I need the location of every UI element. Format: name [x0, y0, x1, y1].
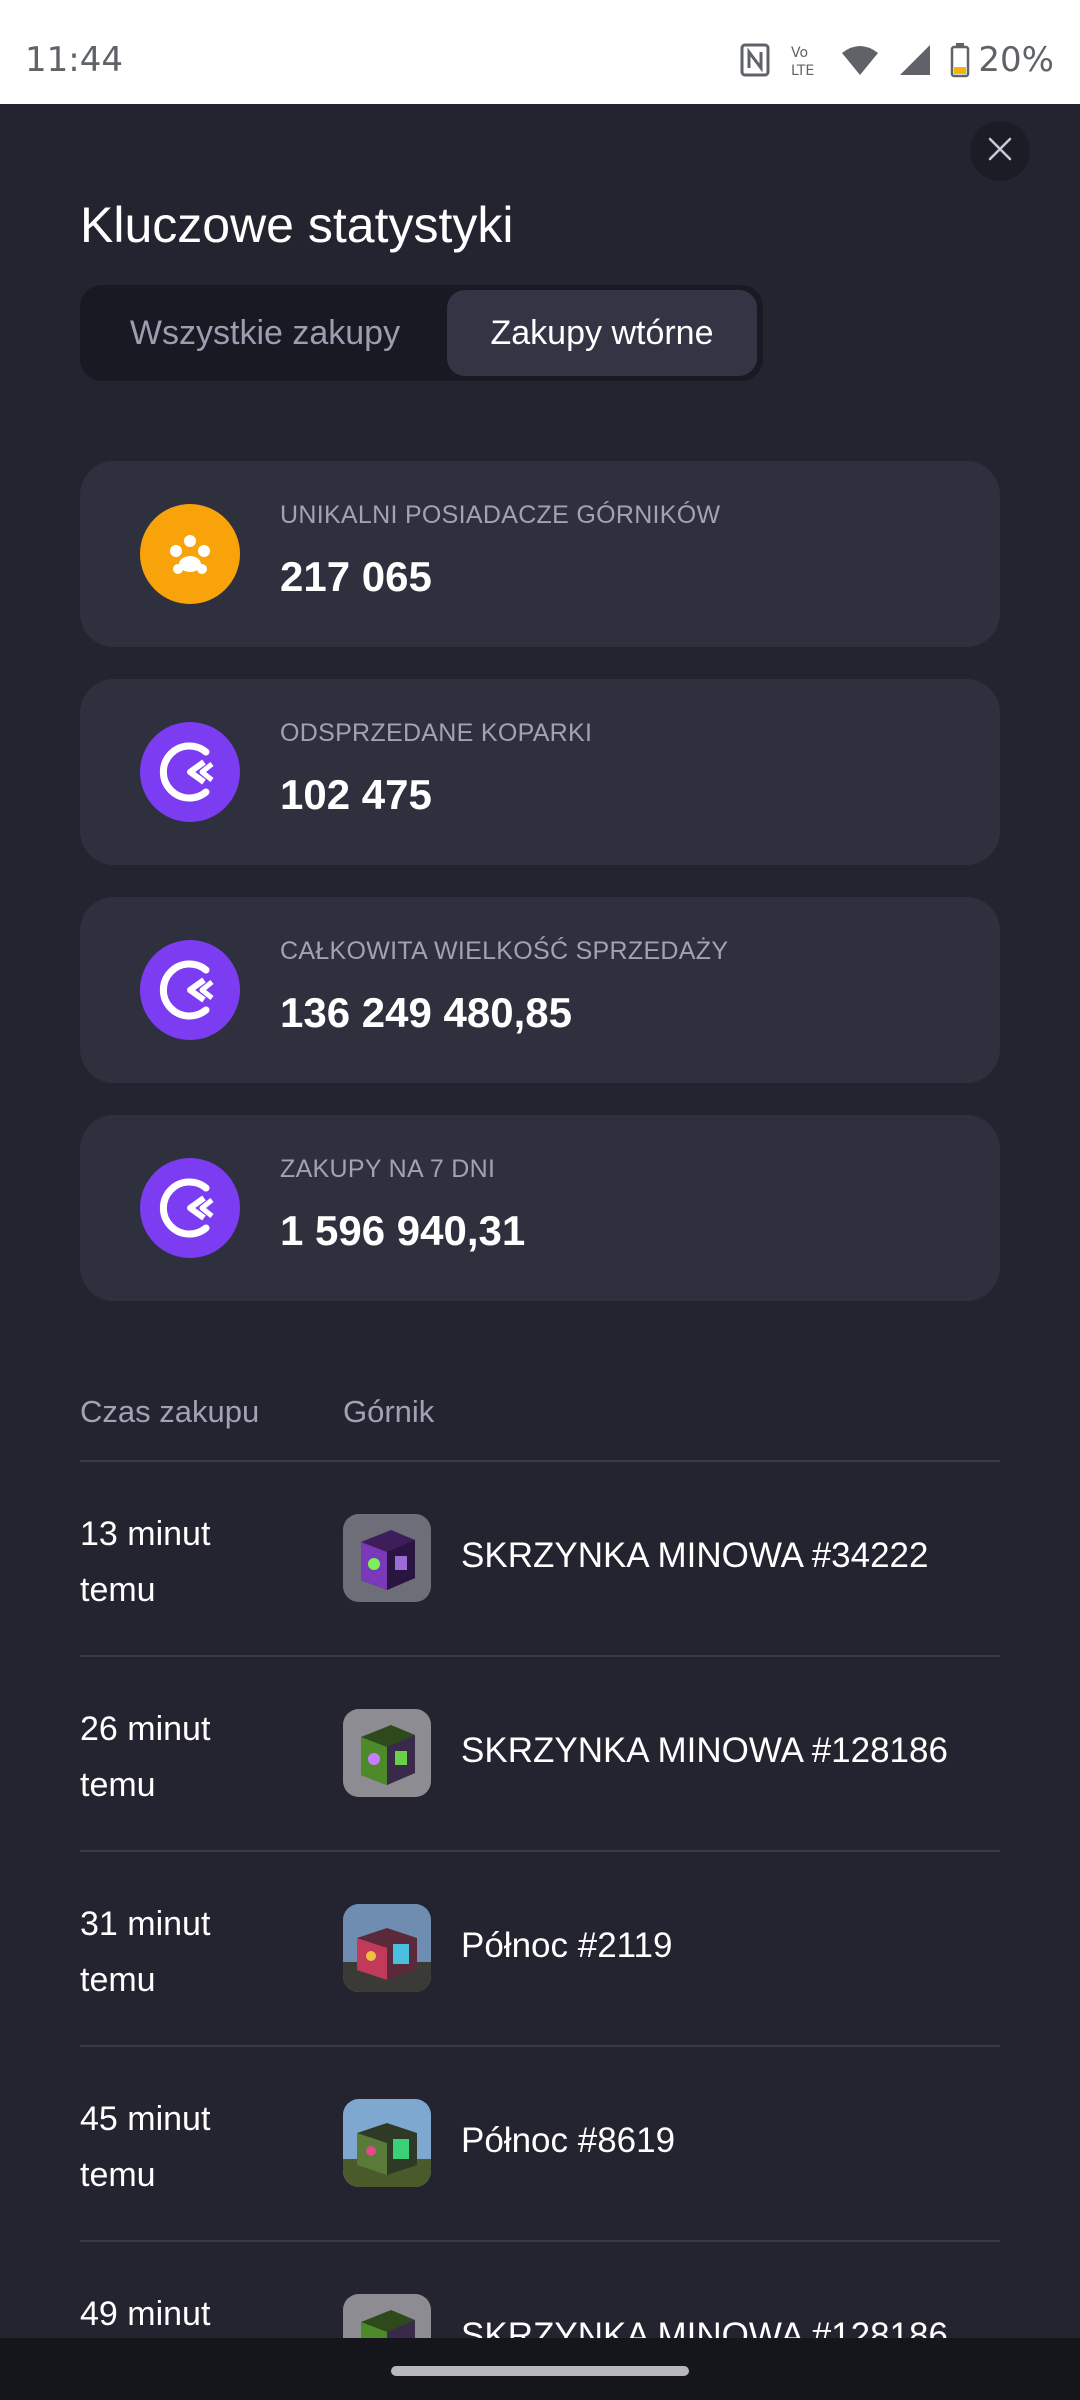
stat-value: 102 475 — [280, 771, 432, 818]
status-time: 11:44 — [25, 40, 123, 80]
navigation-bar — [0, 2338, 1080, 2400]
table-header: Czas zakupu Górnik — [80, 1394, 1000, 1462]
stat-value: 217 065 — [280, 553, 432, 600]
stat-value: 136 249 480,85 — [280, 989, 572, 1036]
stat-label: UNIKALNI POSIADACZE GÓRNIKÓW — [280, 501, 721, 529]
purchase-time: 45 minut temu — [80, 2100, 211, 2194]
table-row[interactable]: 26 minut temu SKRZYNKA MINOWA #128186 — [80, 1657, 1000, 1852]
miner-name: SKRZYNKA MINOWA #128186 — [461, 1731, 948, 1770]
stat-label: CAŁKOWITA WIELKOŚĆ SPRZEDAŻY — [280, 937, 729, 965]
stat-value: 1 596 940,31 — [280, 1207, 526, 1254]
miner-name: Północ #8619 — [461, 2121, 676, 2160]
miner-thumbnail — [343, 2294, 431, 2338]
table-row[interactable]: 49 minut temu SKRZYNKA MINOWA #128186 — [80, 2242, 1000, 2338]
table-row[interactable]: 13 minut temu SKRZYNKA MINOWA #34222 — [80, 1462, 1000, 1657]
tab-bar: Wszystkie zakupy Zakupy wtórne — [80, 285, 763, 381]
token-icon — [140, 940, 240, 1040]
home-gesture-handle[interactable] — [391, 2366, 689, 2376]
close-icon — [987, 136, 1013, 166]
miner-thumbnail — [343, 1709, 431, 1797]
close-button[interactable] — [970, 121, 1030, 181]
purchase-time: 26 minut temu — [80, 1710, 211, 1804]
miner-thumbnail — [343, 2099, 431, 2187]
users-icon — [140, 504, 240, 604]
miner-name: Północ #2119 — [461, 1926, 673, 1965]
signal-icon — [898, 43, 932, 77]
wifi-icon — [840, 43, 880, 77]
miner-name: SKRZYNKA MINOWA #128186 — [461, 2316, 948, 2338]
miner-thumbnail — [343, 1904, 431, 1992]
tab-secondary-purchases[interactable]: Zakupy wtórne — [447, 290, 757, 376]
stat-card-unique-holders: UNIKALNI POSIADACZE GÓRNIKÓW 217 065 — [80, 461, 1000, 647]
stat-label: ODSPRZEDANE KOPARKI — [280, 719, 593, 747]
table-row[interactable]: 31 minut temu Północ #2119 — [80, 1852, 1000, 2047]
purchase-time: 31 minut temu — [80, 1905, 211, 1999]
svg-text:Vo: Vo — [791, 45, 808, 61]
nfc-icon — [740, 43, 770, 77]
volte-icon: Vo LTE — [788, 42, 822, 78]
token-icon — [140, 1158, 240, 1258]
svg-text:LTE: LTE — [791, 63, 814, 78]
stat-card-resold-miners: ODSPRZEDANE KOPARKI 102 475 — [80, 679, 1000, 865]
page-title: Kluczowe statystyki — [80, 197, 514, 253]
battery-percent: 20% — [978, 40, 1054, 80]
stat-card-total-sales: CAŁKOWITA WIELKOŚĆ SPRZEDAŻY 136 249 480… — [80, 897, 1000, 1083]
miner-thumbnail — [343, 1514, 431, 1602]
table-row[interactable]: 45 minut temu Północ #8619 — [80, 2047, 1000, 2242]
stat-card-7day-purchases: ZAKUPY NA 7 DNI 1 596 940,31 — [80, 1115, 1000, 1301]
status-icons: Vo LTE 20% — [740, 38, 1054, 82]
token-icon — [140, 722, 240, 822]
stat-label: ZAKUPY NA 7 DNI — [280, 1155, 496, 1183]
status-bar: 11:44 Vo LTE 20% — [0, 0, 1080, 104]
battery-icon — [950, 42, 970, 78]
purchase-time: 49 minut temu — [80, 2295, 211, 2333]
purchase-time: 13 minut temu — [80, 1515, 211, 1609]
column-header-time: Czas zakupu — [80, 1394, 260, 1429]
stats-sheet: Kluczowe statystyki Wszystkie zakupy Zak… — [0, 104, 1080, 2338]
miner-name: SKRZYNKA MINOWA #34222 — [461, 1536, 929, 1575]
column-header-miner: Górnik — [343, 1394, 435, 1429]
tab-all-purchases[interactable]: Wszystkie zakupy — [85, 290, 445, 376]
